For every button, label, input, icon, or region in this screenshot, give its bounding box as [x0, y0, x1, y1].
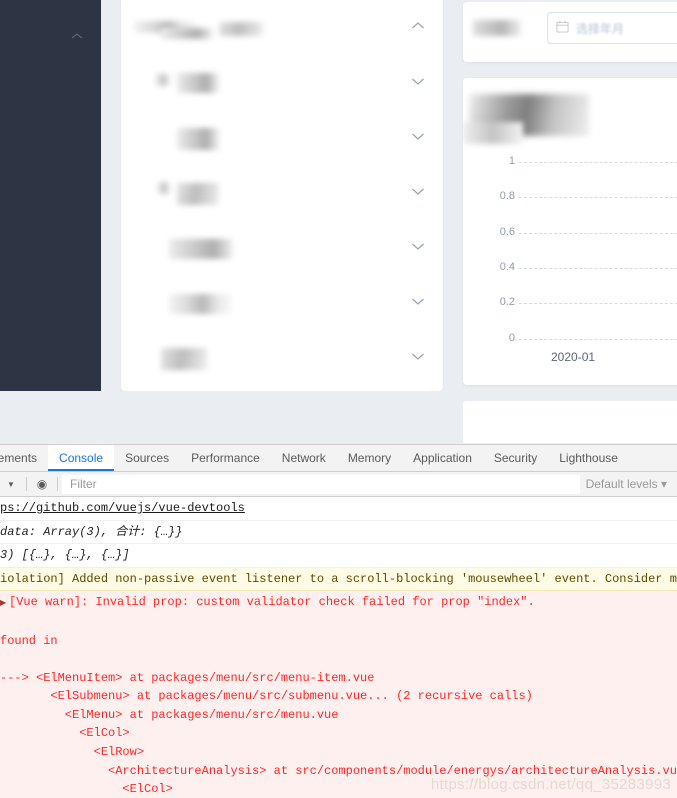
- tab-application[interactable]: Application: [402, 445, 483, 471]
- gridline: [519, 268, 677, 269]
- list-item-label-redacted: [177, 73, 219, 93]
- log-line-violation[interactable]: iolation] Added non-passive event listen…: [0, 567, 677, 592]
- list-item[interactable]: [121, 276, 443, 331]
- chart-plot-area: 1 0.8 0.6 0.4 0.2 0 2020-01: [463, 78, 677, 385]
- chevron-down-icon[interactable]: [411, 77, 425, 91]
- log-line-vue-warning-text: [Vue warn]: Invalid prop: custom validat…: [9, 595, 535, 610]
- list-item[interactable]: [121, 221, 443, 276]
- date-picker-placeholder: 选择年月: [576, 21, 625, 36]
- chevron-down-icon[interactable]: [411, 242, 425, 256]
- divider: [57, 477, 58, 491]
- x-axis-tick: 2020-01: [551, 350, 596, 364]
- log-line-stack: <ElRow>: [0, 742, 677, 762]
- list-item-value-redacted: [219, 22, 263, 36]
- log-line-blank: [0, 650, 677, 669]
- log-line-object[interactable]: data: Array(3), 合计: {…}}: [0, 521, 677, 545]
- tab-memory[interactable]: Memory: [337, 445, 402, 471]
- list-item[interactable]: [121, 111, 443, 166]
- gridline: [519, 197, 677, 198]
- chevron-up-icon[interactable]: [71, 32, 83, 43]
- y-axis-tick: 0.4: [499, 261, 515, 273]
- y-axis-tick: 0.8: [499, 190, 515, 202]
- y-axis-tick: 1: [508, 155, 515, 167]
- tab-sources[interactable]: Sources: [114, 445, 180, 471]
- y-axis-tick: 0.2: [499, 296, 515, 308]
- y-axis-tick: 0: [508, 332, 515, 344]
- log-line-array[interactable]: 3) [{…}, {…}, {…}]: [0, 544, 677, 568]
- tab-network[interactable]: Network: [271, 445, 337, 471]
- secondary-card: [463, 401, 677, 443]
- log-line-stack: <ElCol>: [0, 724, 677, 743]
- list-item-label-redacted: [177, 128, 219, 150]
- log-levels-dropdown[interactable]: Default levels ▾: [586, 477, 677, 491]
- app-background-strip: [0, 391, 463, 444]
- gridline: [519, 303, 677, 304]
- navigation-sidebar[interactable]: [0, 0, 101, 200]
- chevron-down-icon[interactable]: [411, 352, 425, 366]
- list-item[interactable]: [121, 331, 443, 386]
- gridline: [519, 339, 677, 340]
- line-chart-card: 1 0.8 0.6 0.4 0.2 0 2020-01: [463, 78, 677, 385]
- divider: [26, 477, 27, 491]
- gridline: [519, 162, 677, 163]
- log-line-link[interactable]: ps://github.com/vuejs/vue-devtools: [0, 497, 677, 521]
- list-item-label-redacted: [169, 239, 233, 259]
- chevron-down-icon[interactable]: [411, 297, 425, 311]
- console-log-list[interactable]: ps://github.com/vuejs/vue-devtools data:…: [0, 497, 677, 798]
- list-item[interactable]: [121, 166, 443, 221]
- devtools-tabbar: Elements Console Sources Performance Net…: [0, 445, 677, 472]
- list-item-icon-redacted: [157, 182, 171, 194]
- log-line-vue-warning[interactable]: ▶ [Vue warn]: Invalid prop: custom valida…: [0, 591, 677, 614]
- log-line-blank: [0, 613, 677, 632]
- date-picker-label-redacted: [473, 20, 521, 36]
- application-viewport: ‹: [0, 0, 677, 444]
- list-item-icon-redacted: [155, 74, 171, 86]
- chevron-up-icon[interactable]: [411, 21, 425, 35]
- log-line-stack: <ElCol>: [0, 780, 677, 798]
- layout-gutter: [101, 0, 121, 444]
- list-item-label-redacted: [161, 348, 207, 370]
- gridline: [519, 233, 677, 234]
- list-item-label-redacted: [177, 183, 219, 205]
- tab-console[interactable]: Console: [48, 445, 115, 471]
- y-axis-tick: 0.6: [499, 226, 515, 238]
- date-picker-input[interactable]: 选择年月: [547, 12, 677, 44]
- log-line-stack: ---> <ElMenuItem> at packages/menu/src/m…: [0, 668, 677, 688]
- log-line-found-in: found in: [0, 631, 677, 651]
- tab-elements[interactable]: Elements: [0, 445, 48, 471]
- list-item[interactable]: [121, 0, 443, 56]
- tab-performance[interactable]: Performance: [180, 445, 271, 471]
- chevron-down-icon[interactable]: [411, 187, 425, 201]
- calendar-icon: [556, 20, 569, 36]
- log-line-stack: <ArchitectureAnalysis> at src/components…: [0, 761, 677, 781]
- eye-icon[interactable]: ◉: [31, 477, 53, 491]
- list-item[interactable]: [121, 56, 443, 111]
- log-line-stack: <ElMenu> at packages/menu/src/menu.vue: [0, 705, 677, 725]
- collapsible-list-panel: [121, 0, 443, 391]
- tab-security[interactable]: Security: [483, 445, 548, 471]
- console-filter-input[interactable]: Filter: [62, 474, 580, 494]
- chevron-down-icon[interactable]: [411, 132, 425, 146]
- devtools-panel: Elements Console Sources Performance Net…: [0, 444, 677, 798]
- chevron-down-icon[interactable]: ▼: [0, 480, 22, 489]
- date-picker-card: 选择年月: [463, 2, 677, 62]
- console-filter-bar: ▼ ◉ Filter Default levels ▾: [0, 472, 677, 497]
- log-line-stack: <ElSubmenu> at packages/menu/src/submenu…: [0, 687, 677, 706]
- tab-lighthouse[interactable]: Lighthouse: [548, 445, 629, 471]
- expand-triangle-icon[interactable]: ▶: [0, 598, 9, 610]
- list-item-sublabel-redacted: [161, 28, 213, 39]
- list-item-label-redacted: [169, 294, 231, 314]
